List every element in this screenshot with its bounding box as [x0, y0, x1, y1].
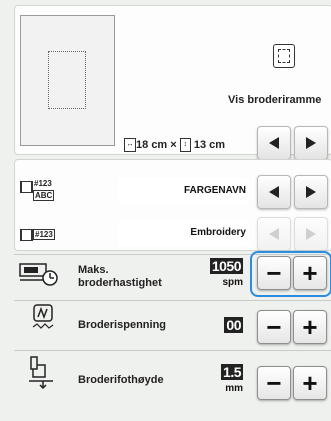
thread-number-abc-icon: #123 ABC [20, 179, 56, 203]
thread-color-next-button[interactable] [294, 175, 328, 209]
spool-icon [20, 229, 33, 241]
foot-height-number: 1.5 [221, 364, 243, 380]
size-readout: 18 cm × ↕ 13 cm [136, 138, 225, 152]
max-speed-number: 1050 [209, 258, 243, 274]
thread-brand-prev-button[interactable] [257, 217, 291, 251]
frame-display-label: Vis broderiramme [228, 94, 322, 106]
right-arrow-icon [306, 228, 316, 240]
height-unit: cm [209, 138, 226, 151]
foot-height-value: 1.5 mm [221, 364, 243, 394]
tension-label: Broderispenning [78, 319, 167, 331]
thread-brand-value: Embroidery [190, 227, 246, 238]
left-arrow-icon [269, 186, 279, 198]
left-arrow-icon [269, 228, 279, 240]
tension-value: 00 [224, 317, 243, 335]
thread-number-badge: #123 [33, 229, 55, 240]
frame-next-button[interactable] [294, 126, 328, 160]
height-value: 13 [193, 138, 207, 151]
sewing-speed-icon [18, 258, 62, 288]
max-speed-label-line1: Maks. [78, 264, 109, 276]
divider [14, 350, 331, 351]
divider [14, 300, 331, 301]
width-unit: cm [151, 138, 168, 151]
thread-color-display: FARGENAVN [118, 178, 249, 204]
foot-height-increase-button[interactable]: + [293, 366, 327, 400]
tension-decrease-button[interactable]: − [257, 310, 291, 344]
tension-number: 00 [224, 317, 243, 333]
thread-abc-badge: ABC [33, 190, 55, 201]
tension-icon [32, 304, 54, 329]
max-speed-unit: spm [222, 277, 243, 288]
sewing-machine-clock-icon [19, 263, 58, 286]
spool-icon [20, 181, 33, 193]
times-sign: × [170, 138, 177, 151]
max-speed-label-line2: broderhastighet [78, 277, 162, 289]
right-arrow-icon [306, 137, 316, 149]
width-icon: ↔ [124, 138, 136, 152]
frame-display-icon-inner [278, 49, 290, 63]
frame-preview-inner [48, 51, 86, 109]
thread-tension-icon [32, 304, 54, 332]
frame-display-icon[interactable] [273, 44, 295, 68]
thread-brand-next-button[interactable] [294, 217, 328, 251]
speed-increase-button[interactable]: + [293, 256, 327, 290]
right-arrow-icon [306, 186, 316, 198]
frame-preview [20, 15, 115, 146]
tension-increase-button[interactable]: + [293, 310, 327, 344]
left-arrow-icon [269, 137, 279, 149]
foot-height-unit: mm [225, 383, 243, 394]
thread-color-prev-button[interactable] [257, 175, 291, 209]
presser-foot-height-icon [27, 355, 61, 390]
foot-height-label: Broderifothøyde [78, 374, 164, 386]
speed-decrease-button[interactable]: − [257, 256, 291, 290]
thread-number-icon: #123 [20, 227, 60, 243]
presser-foot-icon [29, 356, 53, 390]
thread-number-badge: #123 [34, 179, 52, 188]
max-speed-value: 1050 spm [209, 258, 243, 288]
thread-color-value: FARGENAVN [183, 185, 246, 196]
foot-height-decrease-button[interactable]: − [257, 366, 291, 400]
max-speed-label: Maks. broderhastighet [78, 264, 162, 290]
frame-prev-button[interactable] [257, 126, 291, 160]
height-icon: ↕ [179, 138, 191, 152]
width-value: 18 [136, 138, 149, 151]
thread-brand-display: Embroidery [118, 220, 249, 246]
